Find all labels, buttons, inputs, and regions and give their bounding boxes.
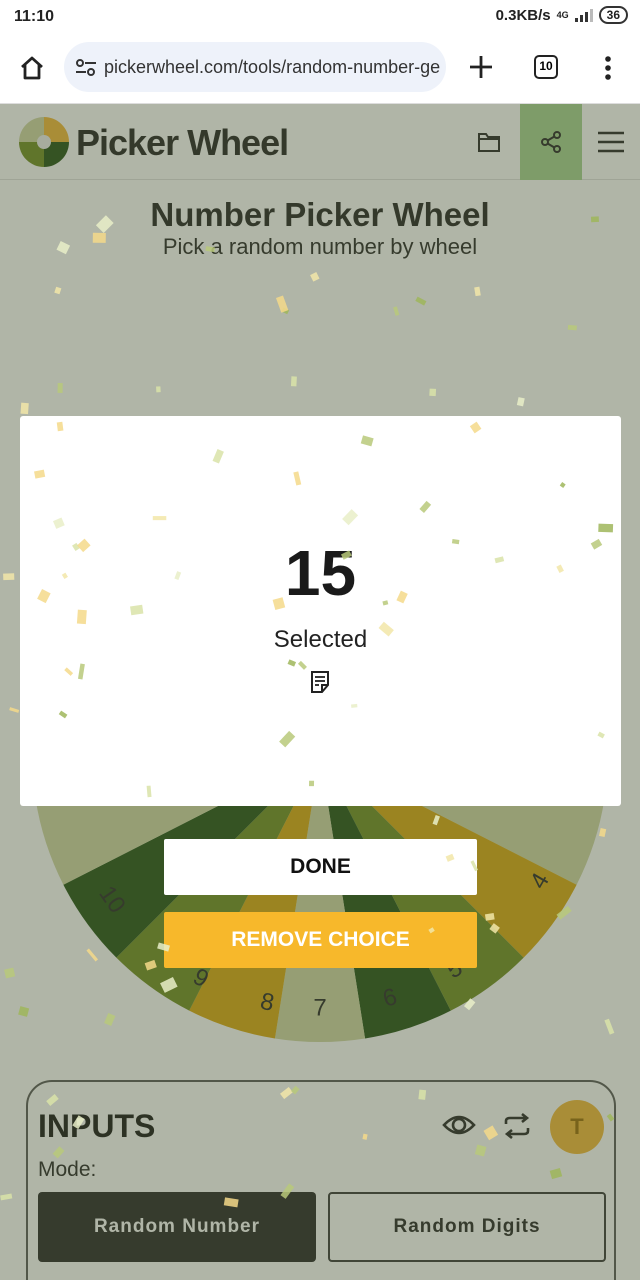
network-speed: 0.3KB/s [495, 6, 551, 24]
result-label: Selected [273, 626, 368, 653]
web-page: Picker Wheel Number Picker Wheel Pick a … [0, 104, 640, 1280]
result-dialog: 15 Selected [20, 416, 621, 806]
site-settings-icon[interactable] [74, 56, 98, 80]
battery-icon: 36 [598, 6, 628, 24]
status-right: 0.3KB/s 4G 36 [496, 6, 628, 24]
status-bar: 11:10 0.3KB/s 4G 36 [0, 0, 640, 34]
address-bar[interactable]: pickerwheel.com/tools/random-number-ge [64, 42, 446, 92]
browser-toolbar: pickerwheel.com/tools/random-number-ge 1… [0, 34, 640, 104]
result-number: 15 [284, 537, 357, 609]
new-tab-icon[interactable] [468, 54, 494, 80]
remove-choice-button[interactable]: REMOVE CHOICE [164, 912, 477, 968]
status-time: 11:10 [14, 8, 55, 25]
more-options-icon[interactable] [598, 54, 618, 82]
done-button[interactable]: DONE [164, 839, 477, 895]
network-type: 4G [556, 10, 569, 20]
url-text: pickerwheel.com/tools/random-number-ge [104, 57, 441, 77]
home-icon[interactable] [18, 54, 46, 82]
tab-switcher-button[interactable]: 10 [534, 55, 558, 79]
signal-icon [574, 8, 593, 22]
note-icon[interactable] [309, 670, 331, 694]
